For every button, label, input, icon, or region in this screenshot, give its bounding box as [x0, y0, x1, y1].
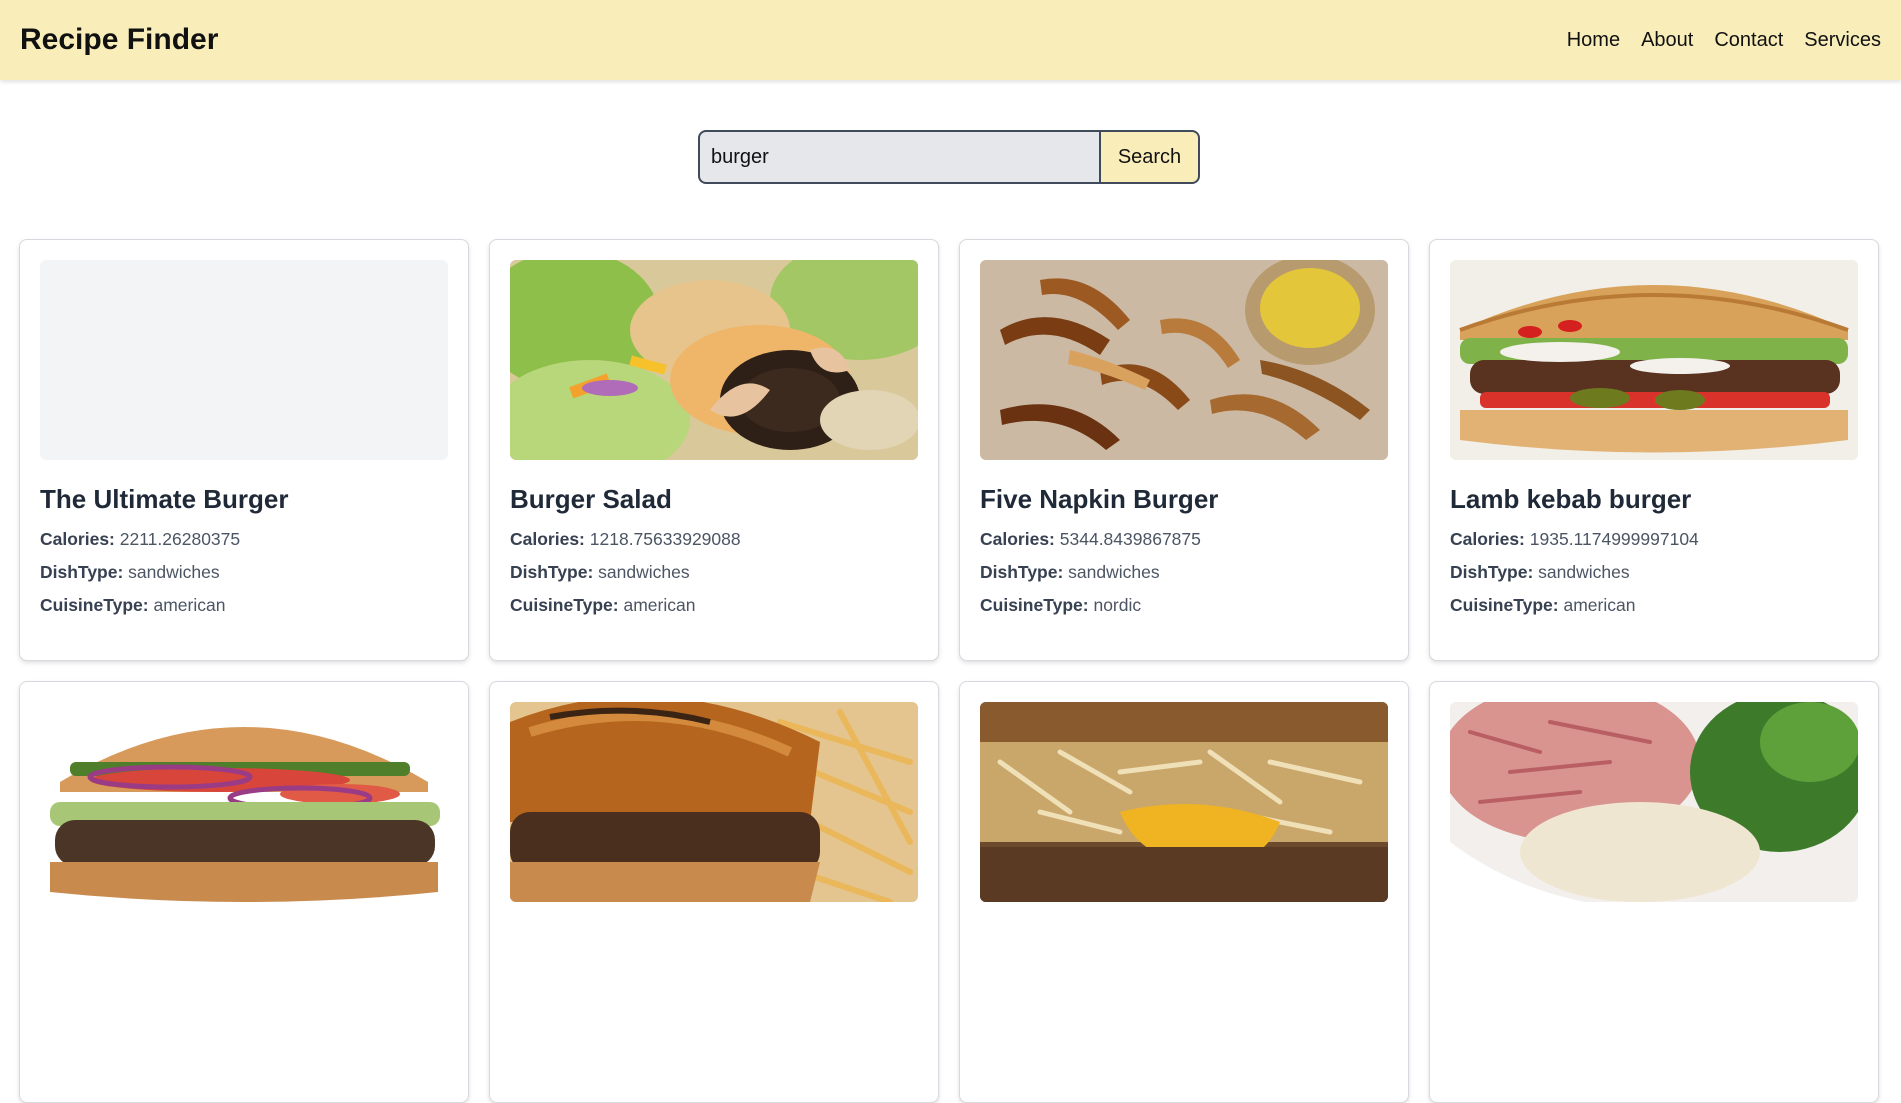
cuisine-type-label: CuisineType: — [40, 595, 149, 615]
nav-about-link[interactable]: About — [1641, 29, 1693, 52]
nav-home-link[interactable]: Home — [1567, 29, 1620, 52]
recipe-dish-type: DishType: sandwiches — [1450, 562, 1858, 583]
main-nav: Home About Contact Services — [1546, 29, 1881, 52]
calories-value: 2211.26280375 — [119, 529, 241, 549]
recipe-cuisine-type: CuisineType: american — [40, 595, 448, 616]
recipe-dish-type: DishType: sandwiches — [40, 562, 448, 583]
recipe-card[interactable]: Five Napkin Burger Calories: 5344.843986… — [959, 239, 1409, 661]
fries-photo — [980, 260, 1388, 460]
cuisine-type-value: american — [1563, 595, 1636, 615]
calories-label: Calories: — [510, 529, 585, 549]
dish-type-label: DishType: — [1450, 562, 1534, 582]
cuisine-type-label: CuisineType: — [980, 595, 1089, 615]
ground-meat-photo — [1450, 702, 1858, 902]
recipe-card[interactable] — [489, 681, 939, 1103]
recipe-title: Lamb kebab burger — [1450, 484, 1692, 514]
recipe-image — [510, 260, 918, 460]
hashbrown-burger-photo — [980, 702, 1388, 902]
recipe-image — [1450, 702, 1858, 902]
calories-value: 1935.1174999997104 — [1529, 529, 1699, 549]
dish-type-label: DishType: — [980, 562, 1064, 582]
burger-fries-photo — [510, 702, 918, 902]
brand-title: Recipe Finder — [20, 23, 219, 56]
dish-type-value: sandwiches — [598, 562, 690, 582]
cuisine-type-label: CuisineType: — [510, 595, 619, 615]
calories-label: Calories: — [1450, 529, 1525, 549]
recipe-card[interactable] — [1429, 681, 1879, 1103]
recipe-title: Five Napkin Burger — [980, 484, 1219, 514]
recipe-dish-type: DishType: sandwiches — [510, 562, 918, 583]
dish-type-label: DishType: — [510, 562, 594, 582]
recipe-title: Burger Salad — [510, 484, 672, 514]
search-bar: Search — [698, 130, 1200, 184]
recipe-title: The Ultimate Burger — [40, 484, 289, 514]
burger-salad-photo — [510, 260, 918, 460]
dish-type-value: sandwiches — [1068, 562, 1160, 582]
recipe-cuisine-type: CuisineType: american — [1450, 595, 1858, 616]
calories-label: Calories: — [40, 529, 115, 549]
calories-value: 1218.75633929088 — [589, 529, 741, 549]
recipe-card[interactable]: The Ultimate Burger Calories: 2211.26280… — [19, 239, 469, 661]
recipe-card[interactable] — [959, 681, 1409, 1103]
nav-contact-link[interactable]: Contact — [1714, 29, 1783, 52]
cuisine-type-label: CuisineType: — [1450, 595, 1559, 615]
recipe-card[interactable]: Lamb kebab burger Calories: 1935.1174999… — [1429, 239, 1879, 661]
calories-label: Calories: — [980, 529, 1055, 549]
cuisine-type-value: american — [623, 595, 696, 615]
cuisine-type-value: nordic — [1093, 595, 1142, 615]
classic-burger-photo — [40, 702, 448, 902]
recipe-cuisine-type: CuisineType: american — [510, 595, 918, 616]
recipe-calories: Calories: 1935.1174999997104 — [1450, 529, 1858, 550]
nav-services-link[interactable]: Services — [1804, 29, 1881, 52]
recipe-image — [510, 702, 918, 902]
search-button[interactable]: Search — [1099, 130, 1200, 184]
dish-type-value: sandwiches — [1538, 562, 1630, 582]
calories-value: 5344.8439867875 — [1059, 529, 1201, 549]
recipe-calories: Calories: 5344.8439867875 — [980, 529, 1388, 550]
recipe-image — [980, 260, 1388, 460]
lamb-burger-photo — [1450, 260, 1858, 460]
recipe-image — [40, 702, 448, 902]
recipe-card[interactable] — [19, 681, 469, 1103]
dish-type-value: sandwiches — [128, 562, 220, 582]
recipe-dish-type: DishType: sandwiches — [980, 562, 1388, 583]
recipe-image — [1450, 260, 1858, 460]
recipe-cuisine-type: CuisineType: nordic — [980, 595, 1388, 616]
top-navbar: Recipe Finder Home About Contact Service… — [0, 0, 1901, 80]
recipe-grid: The Ultimate Burger Calories: 2211.26280… — [19, 239, 1879, 1103]
recipe-calories: Calories: 2211.26280375 — [40, 529, 448, 550]
recipe-calories: Calories: 1218.75633929088 — [510, 529, 918, 550]
search-input[interactable] — [698, 130, 1099, 184]
recipe-card[interactable]: Burger Salad Calories: 1218.75633929088 … — [489, 239, 939, 661]
recipe-image — [980, 702, 1388, 902]
cuisine-type-value: american — [153, 595, 226, 615]
dish-type-label: DishType: — [40, 562, 124, 582]
recipe-image-placeholder — [40, 260, 448, 460]
